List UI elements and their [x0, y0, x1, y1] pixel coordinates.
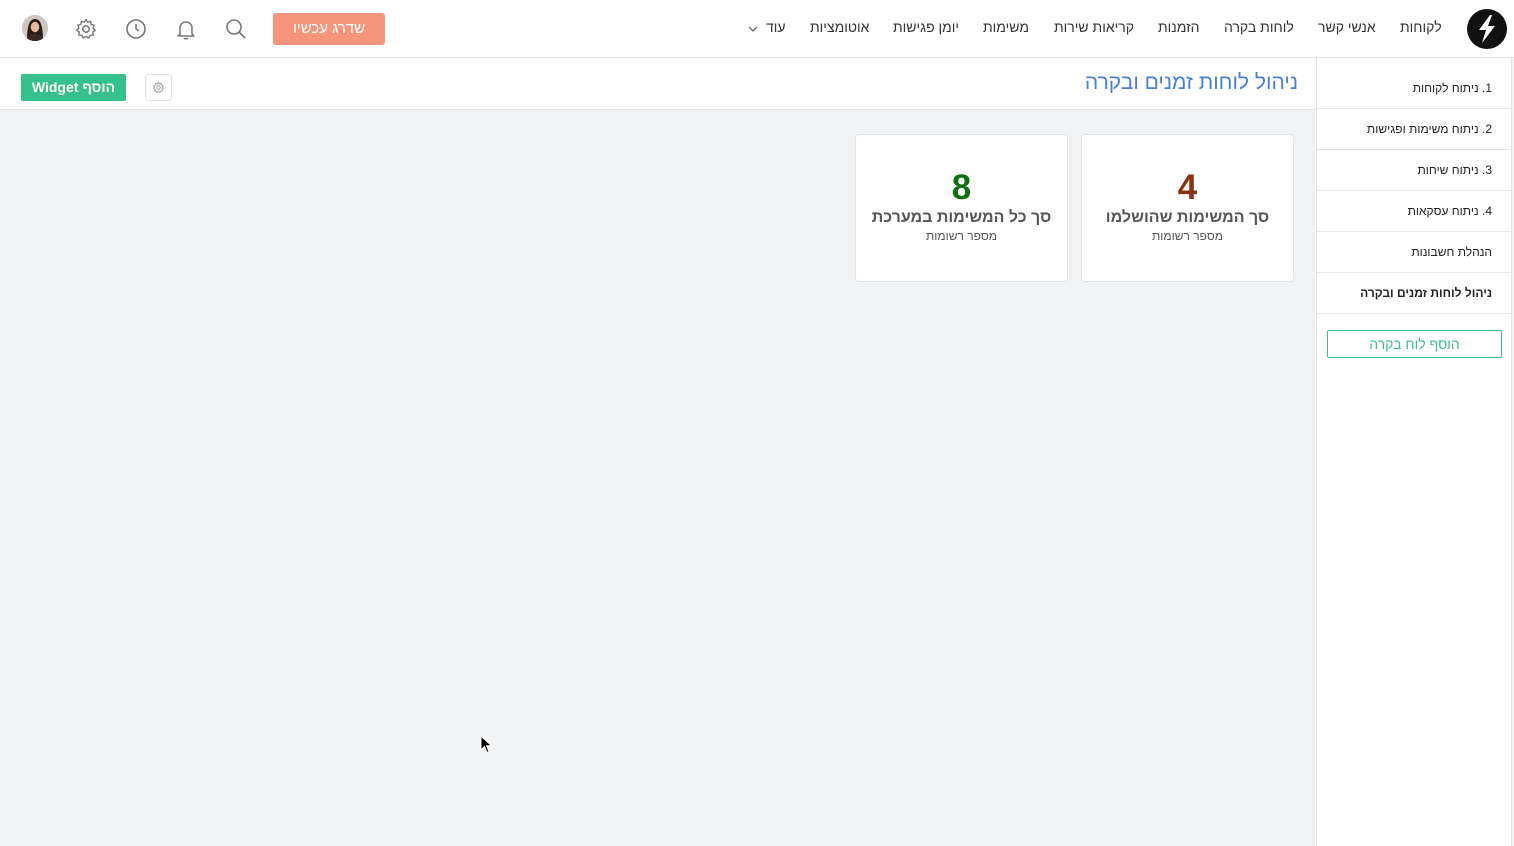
clock-icon[interactable] — [124, 17, 148, 41]
mouse-cursor-icon — [480, 735, 493, 754]
widget-completed-tasks[interactable]: 4 סך המשימות שהושלמו מספר רשומות — [1081, 134, 1294, 282]
widget-subtitle: מספר רשומות — [1152, 229, 1223, 243]
nav-item-orders[interactable]: הזמנות — [1158, 19, 1200, 39]
nav-item-more[interactable]: עוד — [766, 19, 786, 39]
search-icon[interactable] — [224, 17, 248, 41]
sidebar-item-accounting[interactable]: הנהלת חשבונות — [1317, 232, 1512, 273]
dashboards-sidebar: 1. ניתוח לקוחות 2. ניתוח משימות ופגישות … — [1316, 58, 1512, 846]
nav-item-tasks[interactable]: משימות — [983, 19, 1029, 39]
dashboard-settings-button[interactable] — [145, 74, 172, 101]
sidebar-item-deals-analysis[interactable]: 4. ניתוח עסקאות — [1317, 191, 1512, 232]
widget-value: 4 — [1177, 168, 1198, 207]
upgrade-now-button[interactable]: שדרג עכשיו — [273, 13, 385, 45]
widget-title: סך כל המשימות במערכת — [871, 209, 1052, 226]
brand-logo-icon[interactable] — [1467, 9, 1507, 49]
gear-icon — [152, 81, 165, 93]
gear-icon[interactable] — [74, 17, 98, 41]
widget-total-tasks[interactable]: 8 סך כל המשימות במערכת מספר רשומות — [855, 134, 1068, 282]
nav-item-dashboards[interactable]: לוחות בקרה — [1224, 19, 1294, 39]
nav-item-service-calls[interactable]: קריאות שירות — [1054, 19, 1134, 39]
add-dashboard-button[interactable]: הוסף לוח בקרה — [1327, 330, 1502, 358]
widget-subtitle: מספר רשומות — [926, 229, 997, 243]
user-avatar[interactable] — [22, 15, 48, 41]
sidebar-item-customer-analysis[interactable]: 1. ניתוח לקוחות — [1317, 68, 1512, 109]
sidebar-item-schedule-control[interactable]: ניהול לוחות זמנים ובקרה — [1317, 273, 1512, 314]
nav-item-contacts[interactable]: אנשי קשר — [1318, 19, 1376, 39]
page-title: ניהול לוחות זמנים ובקרה — [1084, 71, 1298, 94]
sidebar-item-tasks-meetings-analysis[interactable]: 2. ניתוח משימות ופגישות — [1317, 109, 1512, 150]
bell-icon[interactable] — [174, 17, 198, 41]
widget-title: סך המשימות שהושלמו — [1105, 209, 1270, 226]
page-header: ניהול לוחות זמנים ובקרה הוסף Widget — [0, 58, 1316, 110]
add-widget-button[interactable]: הוסף Widget — [21, 74, 126, 101]
nav-item-meetings-calendar[interactable]: יומן פגישות — [893, 19, 959, 39]
top-navbar: לקוחות אנשי קשר לוחות בקרה הזמנות קריאות… — [0, 0, 1514, 58]
chevron-down-icon[interactable] — [748, 25, 758, 33]
sidebar-item-calls-analysis[interactable]: 3. ניתוח שיחות — [1317, 150, 1512, 191]
widget-value: 8 — [951, 168, 972, 207]
nav-item-customers[interactable]: לקוחות — [1400, 19, 1442, 39]
nav-item-automations[interactable]: אוטומציות — [810, 19, 869, 39]
